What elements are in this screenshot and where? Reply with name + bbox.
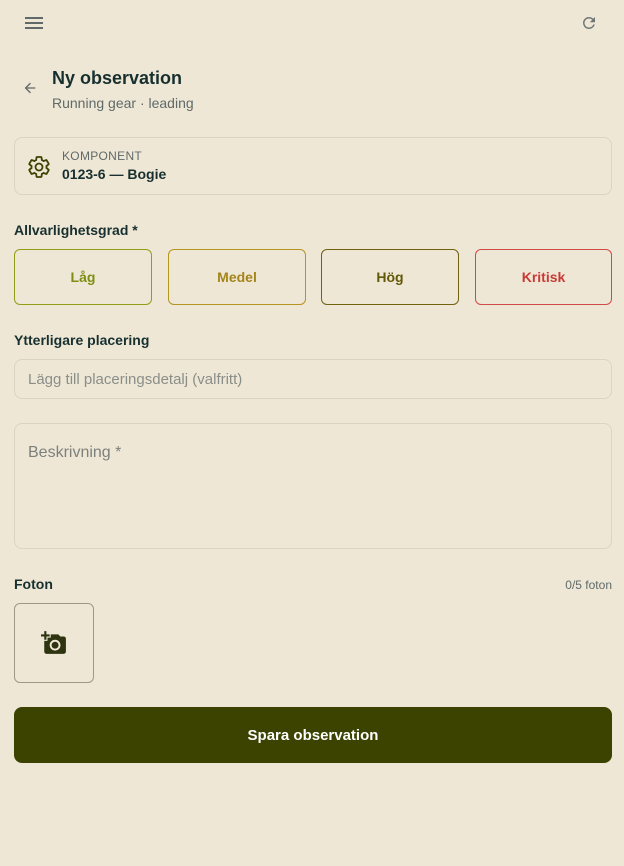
component-label: KOMPONENT: [62, 149, 143, 163]
placement-label: Ytterligare placering: [14, 332, 150, 348]
menu-button[interactable]: [16, 5, 52, 41]
page-title: Ny observation: [52, 68, 183, 88]
description-field[interactable]: [14, 423, 612, 549]
severity-medium-button[interactable]: Medel: [168, 249, 306, 305]
page-header: Ny observation Running gear · leading: [14, 62, 610, 118]
severity-label: Allvarlighetsgrad *: [14, 222, 138, 238]
arrow-left-icon: [24, 82, 36, 94]
back-button[interactable]: [14, 72, 46, 104]
hamburger-menu-icon: [25, 17, 43, 29]
refresh-button[interactable]: [571, 5, 607, 41]
gear-icon: [28, 156, 50, 178]
severity-low-button[interactable]: Låg: [14, 249, 152, 305]
top-app-bar: [0, 0, 624, 46]
refresh-icon: [582, 16, 595, 29]
severity-high-button[interactable]: Hög: [321, 249, 459, 305]
photos-label: Foton: [14, 576, 53, 592]
component-value: 0123-6 — Bogie: [62, 166, 167, 182]
save-observation-button[interactable]: Spara observation: [14, 707, 612, 763]
placement-input[interactable]: [14, 359, 612, 399]
severity-critical-button[interactable]: Kritisk: [475, 249, 612, 305]
photo-count: 0/5 foton: [565, 578, 612, 592]
add-photo-camera-icon: [41, 631, 66, 654]
page-subtitle: Running gear · leading: [52, 95, 194, 111]
add-photo-button[interactable]: [14, 603, 94, 683]
component-card: KOMPONENT 0123-6 — Bogie: [14, 137, 612, 195]
